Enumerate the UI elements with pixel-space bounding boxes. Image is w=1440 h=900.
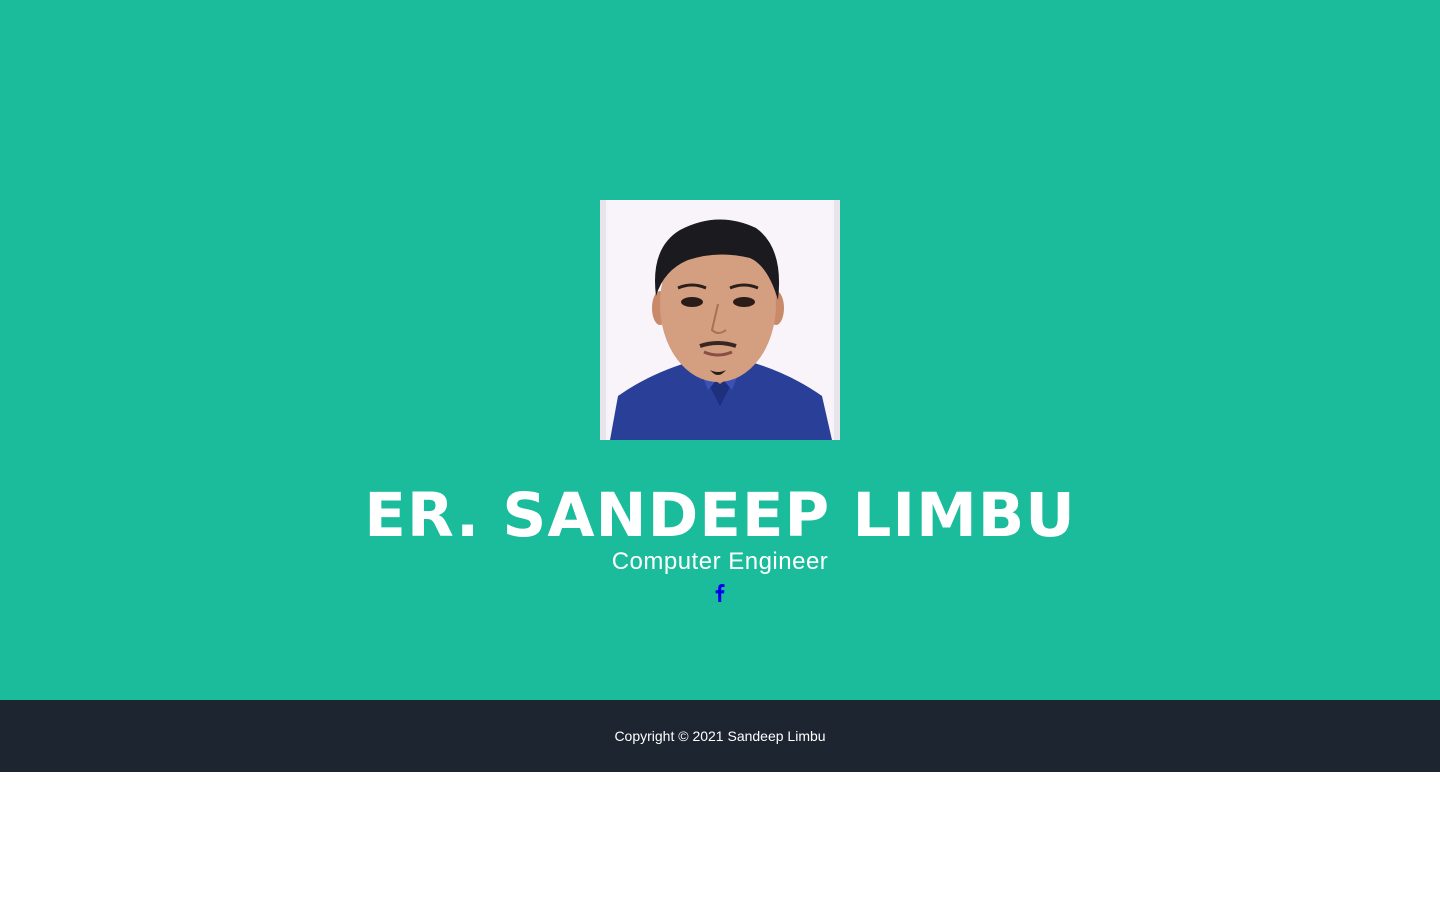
copyright-text: Copyright © 2021 Sandeep Limbu xyxy=(614,728,826,744)
profile-title: Computer Engineer xyxy=(611,548,829,575)
profile-photo xyxy=(600,200,840,440)
facebook-icon xyxy=(715,584,725,602)
facebook-link[interactable] xyxy=(711,582,729,602)
hero-section: ER. SANDEEP LIMBU Computer Engineer xyxy=(0,0,1440,700)
profile-name: ER. SANDEEP LIMBU xyxy=(364,480,1076,551)
